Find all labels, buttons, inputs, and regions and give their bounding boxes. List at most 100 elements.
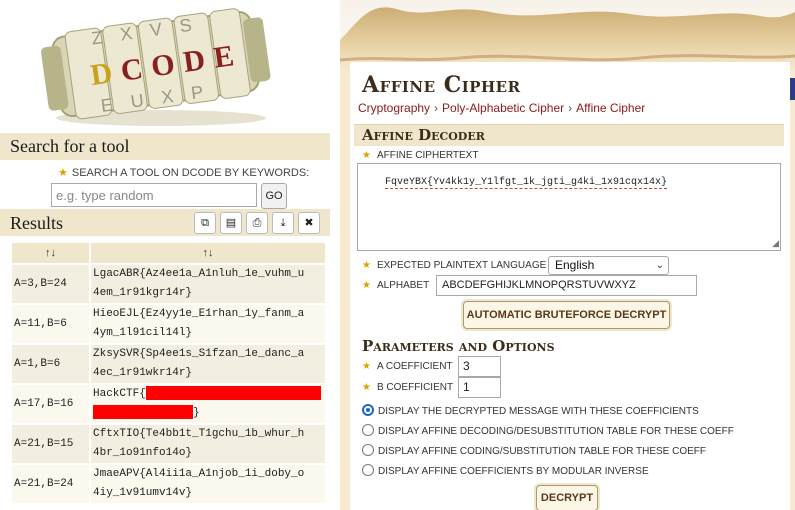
result-line1: ZksySVR{Sp4ee1s_S1fzan_1e_danc_a bbox=[93, 348, 305, 360]
decrypt-button[interactable]: DECRYPT bbox=[536, 485, 598, 510]
ciphertext-value: FqveYBX{Yv4kk1y_Y1lfgt_1k_jgti_g4ki_1x91… bbox=[385, 177, 668, 189]
chevron-down-icon: ⌄ bbox=[655, 260, 664, 271]
breadcrumb: Cryptography › Poly-Alphabetic Cipher › Affi… bbox=[358, 101, 646, 115]
result-line2: } bbox=[193, 407, 200, 419]
parchment-edge bbox=[340, 0, 795, 62]
language-label: ★ EXPECTED PLAINTEXT LANGUAGE bbox=[362, 260, 546, 271]
option-coding-table[interactable]: DISPLAY AFFINE CODING/SUBSTITUTION TABLE… bbox=[362, 444, 706, 457]
decoder-heading: Affine Decoder bbox=[362, 126, 485, 144]
breadcrumb-cryptography[interactable]: Cryptography bbox=[358, 101, 430, 115]
result-value: ZksySVR{Sp4ee1s_S1fzan_1e_danc_a 4ec_1r91… bbox=[91, 345, 325, 383]
bruteforce-decrypt-button[interactable]: AUTOMATIC BRUTEFORCE DECRYPT bbox=[463, 301, 670, 329]
b-coefficient-label: ★ B COEFFICIENT bbox=[362, 382, 453, 393]
close-icon[interactable]: ✖ bbox=[298, 212, 320, 234]
option-label: DISPLAY AFFINE DECODING/DESUBSTITUTION T… bbox=[378, 426, 734, 437]
main-content: Affine Cipher Cryptography › Poly-Alphabet… bbox=[340, 0, 795, 510]
language-label-text: EXPECTED PLAINTEXT LANGUAGE bbox=[376, 260, 547, 271]
params-section-header: Parameters and Options bbox=[354, 336, 784, 356]
result-key: A=3,B=24 bbox=[12, 265, 89, 303]
option-modular-inverse[interactable]: DISPLAY AFFINE COEFFICIENTS BY MODULAR I… bbox=[362, 464, 649, 477]
print-icon[interactable]: ⎙ bbox=[246, 212, 268, 234]
result-value: LgacABR{Az4ee1a_A1nluh_1e_vuhm_u 4em_1r91… bbox=[91, 265, 325, 303]
result-value: HieoEJL{Ez4yy1e_E1rhan_1y_fanm_a 4ym_1l91… bbox=[91, 305, 325, 343]
copy-icon[interactable]: ⧉ bbox=[194, 212, 216, 234]
result-value: JmaeAPV{Al4ii1a_A1njob_1i_doby_o 4iy_1v91… bbox=[91, 465, 325, 503]
result-key: A=21,B=24 bbox=[12, 465, 89, 503]
ciphertext-label: ★ AFFINE CIPHERTEXT bbox=[362, 150, 478, 161]
radio-icon[interactable] bbox=[362, 444, 374, 456]
table-row: A=17,B=16 HackCTF{} bbox=[12, 385, 325, 423]
a-coefficient-label-text: A COEFFICIENT bbox=[376, 361, 453, 372]
result-key: A=21,B=15 bbox=[12, 425, 89, 463]
redaction-bar bbox=[93, 405, 193, 420]
breadcrumb-affine[interactable]: Affine Cipher bbox=[576, 101, 645, 115]
result-line2: 4br_1o91nfo14o} bbox=[93, 447, 193, 459]
results-heading: Results bbox=[10, 213, 64, 233]
a-coefficient-label: ★ A COEFFICIENT bbox=[362, 361, 453, 372]
params-heading: Parameters and Options bbox=[362, 337, 555, 355]
left-sidebar: ZXVS DCODE EUXP Search for a tool ★ SEARC… bbox=[0, 0, 340, 510]
table-row: A=21,B=24 JmaeAPV{Al4ii1a_A1njob_1i_doby_… bbox=[12, 465, 325, 503]
sort-value-column[interactable]: ↑↓ bbox=[91, 243, 325, 263]
result-line2: 4em_1r91kgr14r} bbox=[93, 287, 193, 299]
star-icon: ★ bbox=[362, 361, 371, 372]
language-value: English bbox=[555, 258, 595, 272]
results-table: ↑↓ ↑↓ A=3,B=24 LgacABR{Az4ee1a_A1nluh_1e_… bbox=[10, 241, 327, 505]
radio-selected-icon[interactable] bbox=[362, 404, 374, 416]
b-coefficient-input[interactable]: 1 bbox=[458, 377, 501, 398]
result-line2: 4ec_1r91wkr14r} bbox=[93, 367, 193, 379]
result-line1: HackCTF{ bbox=[93, 388, 146, 400]
result-line1: HieoEJL{Ez4yy1e_E1rhan_1y_fanm_a bbox=[93, 308, 305, 320]
breadcrumb-poly-alphabetic[interactable]: Poly-Alphabetic Cipher bbox=[442, 101, 564, 115]
search-label: ★ SEARCH A TOOL ON DCODE BY KEYWORDS: bbox=[58, 166, 309, 179]
search-heading: Search for a tool bbox=[10, 136, 130, 156]
result-line1: CftxTIO{Te4bb1t_T1gchu_1b_whur_h bbox=[93, 428, 305, 440]
result-key: A=17,B=16 bbox=[12, 385, 89, 423]
redaction-bar bbox=[145, 386, 321, 401]
alphabet-label: ★ ALPHABET bbox=[362, 280, 429, 291]
results-section-header: Results ⧉ ▤ ⎙ ⤓ ✖ bbox=[0, 209, 330, 236]
result-line2: 4ym_1l91cil14l} bbox=[93, 327, 193, 339]
table-row: A=3,B=24 LgacABR{Az4ee1a_A1nluh_1e_vuhm_u… bbox=[12, 265, 325, 303]
result-key: A=11,B=6 bbox=[12, 305, 89, 343]
save-icon[interactable]: ▤ bbox=[220, 212, 242, 234]
star-icon: ★ bbox=[362, 260, 371, 271]
result-line2: 4iy_1v91umv14v} bbox=[93, 487, 193, 499]
language-select[interactable]: English ⌄ bbox=[548, 256, 669, 275]
alphabet-input[interactable]: ABCDEFGHIJKLMNOPQRSTUVWXYZ bbox=[436, 275, 697, 296]
alphabet-label-text: ALPHABET bbox=[376, 280, 430, 291]
page-title: Affine Cipher bbox=[362, 72, 521, 98]
search-section-header: Search for a tool bbox=[0, 133, 330, 160]
search-label-text: SEARCH A TOOL ON DCODE BY KEYWORDS: bbox=[71, 167, 310, 179]
download-icon[interactable]: ⤓ bbox=[272, 212, 294, 234]
option-label: DISPLAY AFFINE COEFFICIENTS BY MODULAR I… bbox=[378, 466, 649, 477]
scroll-edge bbox=[790, 78, 795, 100]
dcode-logo[interactable]: ZXVS DCODE EUXP bbox=[36, 6, 276, 126]
a-coefficient-input[interactable]: 3 bbox=[458, 356, 501, 377]
result-value: CftxTIO{Te4bb1t_T1gchu_1b_whur_h 4br_1o91… bbox=[91, 425, 325, 463]
decoder-section-header: Affine Decoder bbox=[354, 124, 784, 146]
resize-grip-icon[interactable]: ◢ bbox=[772, 239, 779, 249]
option-label: DISPLAY AFFINE CODING/SUBSTITUTION TABLE… bbox=[378, 446, 707, 457]
radio-icon[interactable] bbox=[362, 464, 374, 476]
star-icon: ★ bbox=[362, 382, 371, 393]
table-row: A=1,B=6 ZksySVR{Sp4ee1s_S1fzan_1e_danc_a 4… bbox=[12, 345, 325, 383]
go-button[interactable]: GO bbox=[261, 183, 287, 209]
result-line1: LgacABR{Az4ee1a_A1nluh_1e_vuhm_u bbox=[93, 268, 305, 280]
star-icon: ★ bbox=[362, 280, 371, 291]
option-label: DISPLAY THE DECRYPTED MESSAGE WITH THESE… bbox=[378, 406, 699, 417]
table-row: A=11,B=6 HieoEJL{Ez4yy1e_E1rhan_1y_fanm_a… bbox=[12, 305, 325, 343]
star-icon: ★ bbox=[58, 167, 68, 179]
b-coefficient-label-text: B COEFFICIENT bbox=[376, 382, 454, 393]
ciphertext-textarea[interactable]: FqveYBX{Yv4kk1y_Y1lfgt_1k_jgti_g4ki_1x91… bbox=[357, 163, 781, 251]
sort-key-column[interactable]: ↑↓ bbox=[12, 243, 89, 263]
radio-icon[interactable] bbox=[362, 424, 374, 436]
result-key: A=1,B=6 bbox=[12, 345, 89, 383]
ciphertext-label-text: AFFINE CIPHERTEXT bbox=[376, 150, 479, 161]
option-decrypted-message[interactable]: DISPLAY THE DECRYPTED MESSAGE WITH THESE… bbox=[362, 404, 699, 417]
table-row: A=21,B=15 CftxTIO{Te4bb1t_T1gchu_1b_whur_… bbox=[12, 425, 325, 463]
option-decoding-table[interactable]: DISPLAY AFFINE DECODING/DESUBSTITUTION T… bbox=[362, 424, 734, 437]
result-line1: JmaeAPV{Al4ii1a_A1njob_1i_doby_o bbox=[93, 468, 305, 480]
search-input[interactable] bbox=[51, 183, 257, 207]
star-icon: ★ bbox=[362, 150, 371, 161]
